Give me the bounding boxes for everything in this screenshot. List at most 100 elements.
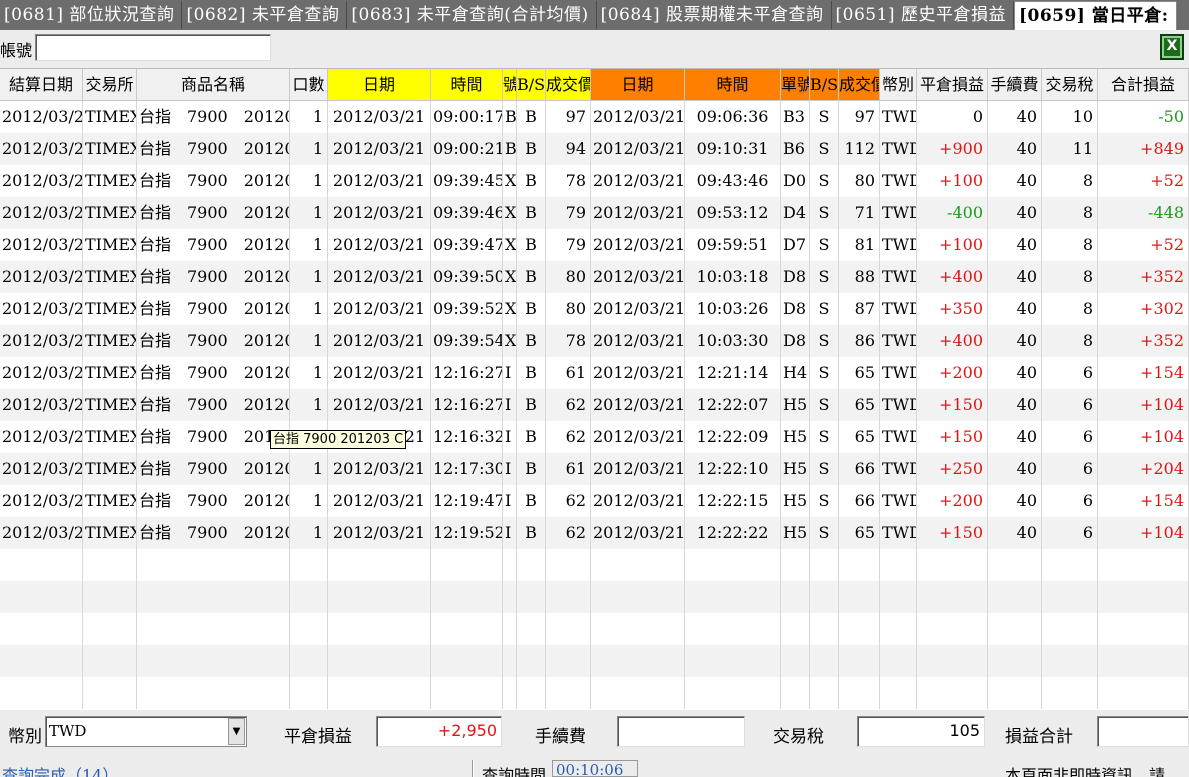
currency-select-value: TWD xyxy=(49,722,87,740)
cell-fee xyxy=(988,549,1042,581)
cell-ono: X xyxy=(503,261,517,293)
cell-fee: 40 xyxy=(988,261,1042,293)
cell-settle: 2012/03/21 xyxy=(0,293,83,325)
column-header-pnl[interactable]: 平倉損益 xyxy=(917,69,988,101)
cell-cprice: 81 xyxy=(839,229,880,261)
cell-cprice: 65 xyxy=(839,421,880,453)
column-header-cbs[interactable]: B/S xyxy=(810,69,839,101)
column-header-otime[interactable]: 時間 xyxy=(431,69,503,101)
cell-ono: I xyxy=(503,517,517,549)
tab-5[interactable]: [0659] 當日平倉: xyxy=(1013,1,1177,30)
cell-cprice xyxy=(839,613,880,645)
table-row[interactable]: 2012/03/21TIMEX台指 7900 20120312012/03/21… xyxy=(0,293,1189,325)
account-label: 帳號 xyxy=(0,41,33,60)
column-header-oprice[interactable]: 成交價 xyxy=(546,69,591,101)
cell-total: -50 xyxy=(1098,101,1189,133)
column-header-ono[interactable]: 號 xyxy=(503,69,517,101)
cell-product: 台指 7900 201203 xyxy=(137,293,290,325)
cell-cdate: 2012/03/21 xyxy=(591,133,685,165)
cell-fee xyxy=(988,613,1042,645)
tab-4[interactable]: [0651] 歷史平倉損益 xyxy=(831,1,1014,29)
currency-select[interactable]: TWD ▼ xyxy=(45,716,247,747)
cell-cdate: 2012/03/21 xyxy=(591,517,685,549)
cell-pnl xyxy=(917,581,988,613)
table-row[interactable]: 2012/03/21TIMEX台指 7900 20120312012/03/21… xyxy=(0,357,1189,389)
cell-cbs: S xyxy=(810,325,839,357)
cell-cbs: S xyxy=(810,517,839,549)
cell-cno: D0 xyxy=(781,165,810,197)
cell-obs xyxy=(517,677,546,709)
column-header-obs[interactable]: B/S xyxy=(517,69,546,101)
cell-ono: X xyxy=(503,229,517,261)
cell-exch xyxy=(83,549,137,581)
column-header-ctime[interactable]: 時間 xyxy=(685,69,781,101)
cell-otime: 12:19:52 xyxy=(431,517,503,549)
table-row[interactable]: 2012/03/21TIMEX台指 7900 20120312012/03/21… xyxy=(0,261,1189,293)
tab-3[interactable]: [0684] 股票期權未平倉查詢 xyxy=(596,1,832,29)
excel-icon[interactable]: X xyxy=(1160,34,1184,60)
cell-cur: TWD xyxy=(880,453,917,485)
tab-0[interactable]: [0681] 部位狀況查詢 xyxy=(0,1,183,29)
cell-tax: 6 xyxy=(1042,421,1098,453)
cell-tax: 8 xyxy=(1042,197,1098,229)
cell-ctime: 12:22:15 xyxy=(685,485,781,517)
cell-exch xyxy=(83,645,137,677)
column-header-settle[interactable]: 結算日期 xyxy=(0,69,83,101)
cell-oprice: 79 xyxy=(546,229,591,261)
column-header-exch[interactable]: 交易所 xyxy=(83,69,137,101)
chevron-down-icon[interactable]: ▼ xyxy=(228,718,245,745)
tab-2[interactable]: [0683] 未平倉查詢(合計均價) xyxy=(347,1,597,29)
cell-qty: 1 xyxy=(290,325,328,357)
table-row[interactable]: 2012/03/21TIMEX台指 7900 20120312012/03/21… xyxy=(0,517,1189,549)
cell-tax: 11 xyxy=(1042,133,1098,165)
table-row[interactable]: 2012/03/21TIMEX台指 7900 20120312012/03/21… xyxy=(0,421,1189,453)
table-row[interactable]: 2012/03/21TIMEX台指 7900 20120312012/03/21… xyxy=(0,325,1189,357)
cell-qty: 1 xyxy=(290,517,328,549)
table-row[interactable]: 2012/03/21TIMEX台指 7900 20120312012/03/21… xyxy=(0,165,1189,197)
cell-cbs xyxy=(810,613,839,645)
table-row[interactable]: 2012/03/21TIMEX台指 7900 20120312012/03/21… xyxy=(0,133,1189,165)
column-header-product[interactable]: 商品名稱 xyxy=(137,69,290,101)
cell-product xyxy=(137,677,290,709)
cell-product: 台指 7900 201203 xyxy=(137,517,290,549)
cell-obs: B xyxy=(517,421,546,453)
cell-exch: TIMEX xyxy=(83,261,137,293)
cell-settle: 2012/03/21 xyxy=(0,261,83,293)
table-row[interactable]: 2012/03/21TIMEX台指 7900 20120312012/03/21… xyxy=(0,453,1189,485)
column-header-cno[interactable]: 單號 xyxy=(781,69,810,101)
column-header-cprice[interactable]: 成交價 xyxy=(839,69,880,101)
table-row[interactable]: 2012/03/21TIMEX台指 7900 20120312012/03/21… xyxy=(0,389,1189,421)
cell-fee: 40 xyxy=(988,133,1042,165)
status-separator xyxy=(472,760,474,777)
table-row[interactable]: 2012/03/21TIMEX台指 7900 20120312012/03/21… xyxy=(0,229,1189,261)
cell-cno: D8 xyxy=(781,325,810,357)
table-row[interactable]: 2012/03/21TIMEX台指 7900 20120312012/03/21… xyxy=(0,101,1189,133)
tab-1[interactable]: [0682] 未平倉查詢 xyxy=(182,1,348,29)
cell-pnl: +900 xyxy=(917,133,988,165)
fee-label: 手續費 xyxy=(535,727,586,747)
column-header-qty[interactable]: 口數 xyxy=(290,69,328,101)
cell-otime: 09:00:17 xyxy=(431,101,503,133)
cell-otime: 09:39:47 xyxy=(431,229,503,261)
cell-tax: 6 xyxy=(1042,517,1098,549)
account-input[interactable] xyxy=(35,34,271,61)
cell-pnl: +200 xyxy=(917,357,988,389)
column-header-fee[interactable]: 手續費 xyxy=(988,69,1042,101)
column-header-odate[interactable]: 日期 xyxy=(328,69,431,101)
cell-ctime: 09:06:36 xyxy=(685,101,781,133)
column-header-tax[interactable]: 交易稅 xyxy=(1042,69,1098,101)
cell-cur: TWD xyxy=(880,357,917,389)
table-row[interactable]: 2012/03/21TIMEX台指 7900 20120312012/03/21… xyxy=(0,485,1189,517)
cell-qty: 1 xyxy=(290,453,328,485)
cell-cno xyxy=(781,677,810,709)
cell-cdate: 2012/03/21 xyxy=(591,165,685,197)
column-header-cur[interactable]: 幣別 xyxy=(880,69,917,101)
column-header-total[interactable]: 合計損益 xyxy=(1098,69,1189,101)
table-row[interactable]: 2012/03/21TIMEX台指 7900 20120312012/03/21… xyxy=(0,197,1189,229)
cell-ctime xyxy=(685,645,781,677)
cell-ctime: 12:22:07 xyxy=(685,389,781,421)
cell-fee: 40 xyxy=(988,517,1042,549)
column-header-cdate[interactable]: 日期 xyxy=(591,69,685,101)
cell-exch: TIMEX xyxy=(83,293,137,325)
cell-settle xyxy=(0,549,83,581)
